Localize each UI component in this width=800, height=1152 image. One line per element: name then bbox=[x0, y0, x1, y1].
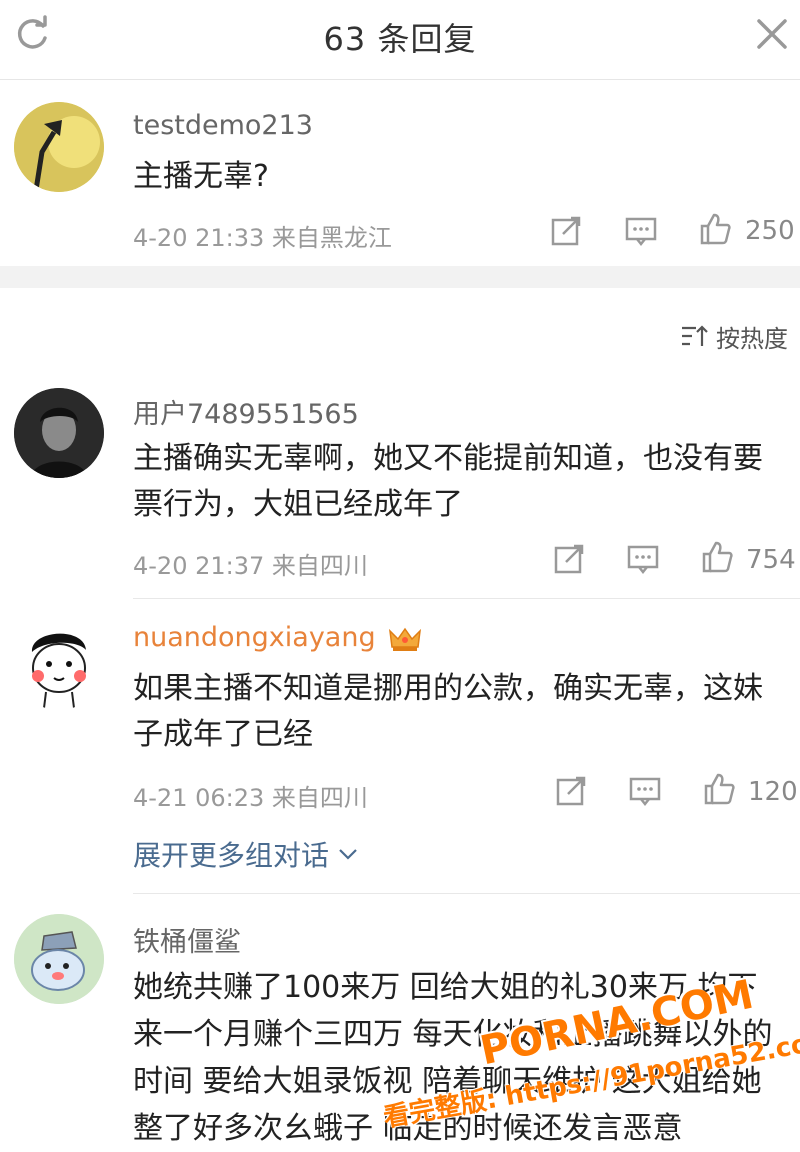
comment-username[interactable]: 铁桶僵鲨 bbox=[133, 920, 241, 959]
sort-label: 按热度 bbox=[716, 324, 788, 353]
comment-meta: 4-20 21:33 来自黑龙江 bbox=[133, 224, 392, 252]
avatar[interactable] bbox=[14, 388, 104, 478]
top-comment: testdemo213 主播无辜? 4-20 21:33 来自黑龙江 250 bbox=[0, 0, 800, 266]
comment-icon[interactable] bbox=[626, 542, 660, 576]
username-text: nuandongxiayang bbox=[133, 622, 376, 653]
chevron-down-icon bbox=[339, 849, 357, 860]
like-count: 250 bbox=[745, 216, 795, 246]
divider bbox=[133, 598, 800, 599]
comment-username[interactable]: nuandongxiayang bbox=[133, 622, 422, 653]
comment-icon[interactable] bbox=[624, 214, 658, 248]
avatar[interactable] bbox=[14, 102, 104, 192]
avatar[interactable] bbox=[14, 620, 104, 710]
section-separator bbox=[0, 266, 800, 288]
expand-conversation-link[interactable]: 展开更多组对话 bbox=[133, 834, 359, 874]
comment-text: 主播确实无辜啊，她又不能提前知道，也没有要票行为，大姐已经成年了 bbox=[133, 441, 763, 522]
share-icon[interactable] bbox=[549, 214, 583, 248]
like-icon[interactable] bbox=[702, 772, 736, 806]
comment-username[interactable]: testdemo213 bbox=[133, 110, 313, 141]
expand-label: 展开更多组对话 bbox=[133, 839, 330, 872]
sort-icon bbox=[682, 325, 708, 346]
share-icon[interactable] bbox=[552, 542, 586, 576]
like-count: 754 bbox=[746, 545, 796, 575]
comment-text: 如果主播不知道是挪用的公款，确实无辜，这妹子成年了已经 bbox=[133, 671, 763, 752]
comment-text: 主播无辜? bbox=[133, 159, 269, 194]
like-icon[interactable] bbox=[698, 212, 732, 246]
comment-meta: 4-20 21:37 来自四川 bbox=[133, 552, 368, 580]
avatar[interactable] bbox=[14, 914, 104, 1004]
comment-icon[interactable] bbox=[628, 774, 662, 808]
divider bbox=[133, 893, 800, 894]
share-icon[interactable] bbox=[554, 774, 588, 808]
crown-icon bbox=[389, 627, 422, 651]
comment-meta: 4-21 06:23 来自四川 bbox=[133, 784, 368, 812]
sort-button[interactable]: 按热度 bbox=[680, 318, 788, 354]
like-count: 120 bbox=[748, 777, 798, 807]
like-icon[interactable] bbox=[700, 540, 734, 574]
comment-username[interactable]: 用户7489551565 bbox=[133, 392, 359, 431]
